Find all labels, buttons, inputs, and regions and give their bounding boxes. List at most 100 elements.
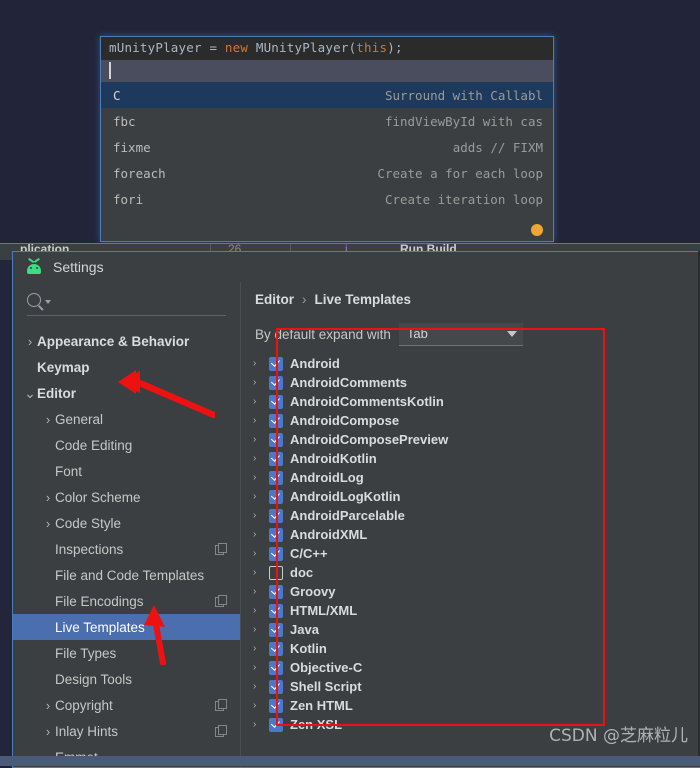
chevron-right-icon[interactable]: › [253,434,262,445]
completion-item[interactable]: fbc findViewById with cas [101,108,553,134]
chevron-down-icon[interactable]: ⌄ [23,386,37,400]
template-group-checkbox[interactable] [269,508,283,523]
template-group-row[interactable]: › Java [241,620,700,639]
completion-item[interactable]: C Surround with Callabl [101,82,553,108]
template-group-checkbox[interactable] [269,527,283,542]
template-group-row[interactable]: › Objective-C [241,658,700,677]
chevron-right-icon[interactable]: › [253,472,262,483]
breadcrumb-parent[interactable]: Editor [255,292,294,307]
template-group-row[interactable]: › C/C++ [241,544,700,563]
template-group-checkbox[interactable] [269,603,283,618]
sidebar-item-design-tools[interactable]: ›Design Tools [13,666,240,692]
chevron-right-icon[interactable]: › [253,415,262,426]
sidebar-item-font[interactable]: ›Font [13,458,240,484]
template-group-row[interactable]: › Android [241,354,700,373]
chevron-right-icon[interactable]: › [253,624,262,635]
completion-item[interactable]: fixme adds // FIXM [101,134,553,160]
sidebar-item-inlay-hints[interactable]: › Inlay Hints [13,718,240,744]
sidebar-item-keymap[interactable]: ›Keymap [13,354,240,380]
template-group-checkbox[interactable] [269,451,283,466]
template-group-checkbox[interactable] [269,584,283,599]
chevron-right-icon[interactable]: › [253,681,262,692]
completion-item-list[interactable]: C Surround with Callabl fbc findViewById wi… [101,82,553,212]
completion-item[interactable]: foreach Create a for each loop [101,160,553,186]
expand-with-select[interactable]: Tab [398,322,523,346]
chevron-right-icon[interactable]: › [253,700,262,711]
template-group-row[interactable]: › Zen HTML [241,696,700,715]
template-group-row[interactable]: › AndroidComments [241,373,700,392]
copy-settings-icon[interactable] [215,725,227,737]
template-group-checkbox[interactable] [269,546,283,561]
chevron-right-icon[interactable]: › [253,548,262,559]
sidebar-item-general[interactable]: › General [13,406,240,432]
sidebar-item-code-editing[interactable]: ›Code Editing [13,432,240,458]
template-group-row[interactable]: › Shell Script [241,677,700,696]
chevron-right-icon[interactable]: › [253,586,262,597]
completion-item[interactable]: fori Create iteration loop [101,186,553,212]
code-completion-popup[interactable]: mUnityPlayer = new MUnityPlayer(this); C… [100,36,554,242]
settings-dialog[interactable]: Settings ›Appearance & Behavior›Keymap⌄E… [12,251,700,768]
template-group-row[interactable]: › Kotlin [241,639,700,658]
chevron-right-icon[interactable]: › [253,719,262,730]
template-group-checkbox[interactable] [269,622,283,637]
template-group-row[interactable]: › Groovy [241,582,700,601]
chevron-right-icon[interactable]: › [253,377,262,388]
chevron-right-icon[interactable]: › [253,396,262,407]
settings-tree[interactable]: ›Appearance & Behavior›Keymap⌄Editor›Gen… [13,322,240,767]
chevron-right-icon[interactable]: › [253,643,262,654]
template-group-checkbox[interactable] [269,375,283,390]
live-templates-group-list[interactable]: › Android › AndroidComments › AndroidComments… [241,352,700,767]
sidebar-item-appearance-behavior[interactable]: › Appearance & Behavior [13,328,240,354]
chevron-right-icon[interactable]: › [41,698,55,713]
editor-caret-line[interactable] [101,60,553,82]
chevron-right-icon[interactable]: › [41,724,55,739]
sidebar-item-code-style[interactable]: › Code Style [13,510,240,536]
template-group-checkbox[interactable] [269,413,283,428]
copy-settings-icon[interactable] [215,699,227,711]
template-group-row[interactable]: › AndroidCommentsKotlin [241,392,700,411]
template-group-checkbox[interactable] [269,565,283,580]
template-group-row[interactable]: › AndroidXML [241,525,700,544]
template-group-checkbox[interactable] [269,717,283,732]
template-group-checkbox[interactable] [269,641,283,656]
settings-search-row[interactable] [27,288,226,312]
chevron-down-icon[interactable] [45,300,51,304]
sidebar-item-file-types[interactable]: ›File Types [13,640,240,666]
sidebar-item-copyright[interactable]: › Copyright [13,692,240,718]
chevron-right-icon[interactable]: › [23,334,37,349]
template-group-checkbox[interactable] [269,660,283,675]
chevron-right-icon[interactable]: › [41,412,55,427]
template-group-row[interactable]: › AndroidCompose [241,411,700,430]
template-group-checkbox[interactable] [269,356,283,371]
chevron-right-icon[interactable]: › [253,567,262,578]
settings-search-wrap[interactable] [13,282,240,322]
chevron-right-icon[interactable]: › [253,358,262,369]
chevron-right-icon[interactable]: › [41,490,55,505]
copy-settings-icon[interactable] [215,543,227,555]
sidebar-item-file-and-code-templates[interactable]: ›File and Code Templates [13,562,240,588]
chevron-right-icon[interactable]: › [253,662,262,673]
template-group-row[interactable]: › AndroidParcelable [241,506,700,525]
template-group-checkbox[interactable] [269,470,283,485]
chevron-right-icon[interactable]: › [41,516,55,531]
template-group-row[interactable]: › doc [241,563,700,582]
template-group-row[interactable]: › AndroidComposePreview [241,430,700,449]
chevron-right-icon[interactable]: › [253,510,262,521]
template-group-checkbox[interactable] [269,679,283,694]
sidebar-item-editor[interactable]: ⌄ Editor [13,380,240,406]
chevron-right-icon[interactable]: › [253,529,262,540]
template-group-checkbox[interactable] [269,489,283,504]
template-group-checkbox[interactable] [269,432,283,447]
sidebar-item-color-scheme[interactable]: › Color Scheme [13,484,240,510]
template-group-row[interactable]: › AndroidLog [241,468,700,487]
template-group-checkbox[interactable] [269,698,283,713]
sidebar-item-live-templates[interactable]: ›Live Templates [13,614,240,640]
chevron-right-icon[interactable]: › [253,453,262,464]
template-group-row[interactable]: › AndroidLogKotlin [241,487,700,506]
chevron-right-icon[interactable]: › [253,491,262,502]
sidebar-item-file-encodings[interactable]: ›File Encodings [13,588,240,614]
template-group-checkbox[interactable] [269,394,283,409]
template-group-row[interactable]: › AndroidKotlin [241,449,700,468]
template-group-row[interactable]: › HTML/XML [241,601,700,620]
sidebar-item-inspections[interactable]: ›Inspections [13,536,240,562]
